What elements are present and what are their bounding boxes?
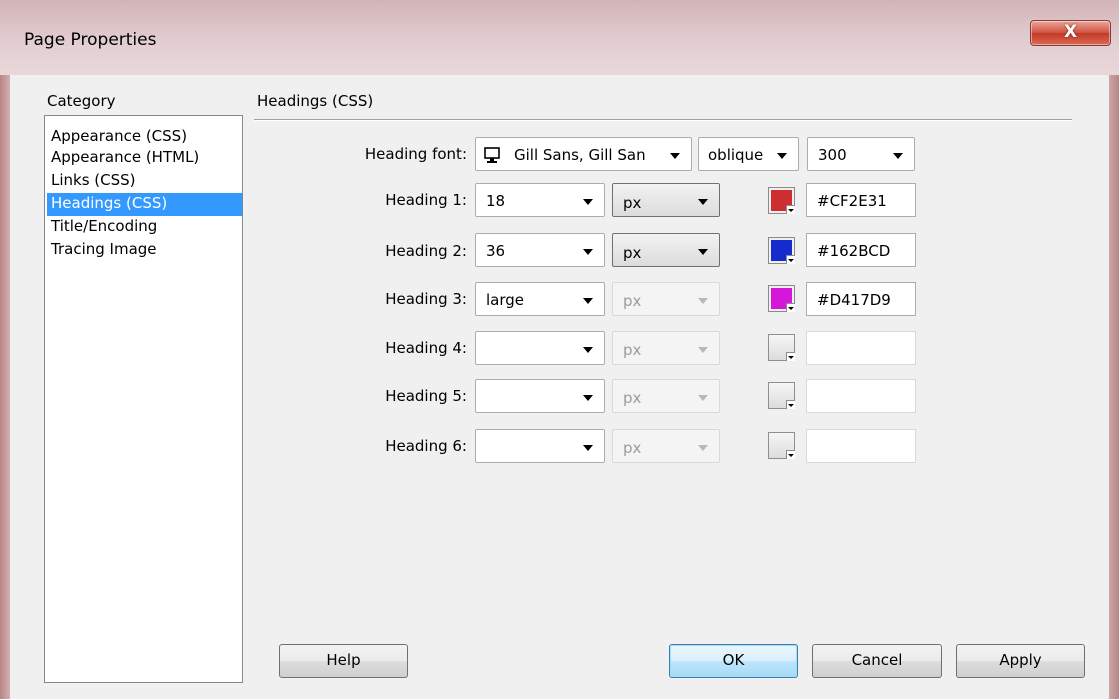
heading-1-unit-select[interactable]: px [612, 183, 720, 217]
heading-style-value: oblique [708, 146, 764, 164]
heading-3-unit-select[interactable]: px [612, 282, 720, 316]
heading-4-size-select[interactable] [475, 331, 605, 365]
chevron-down-icon [698, 298, 708, 304]
heading-6-unit-value: px [623, 439, 642, 457]
chevron-down-icon [786, 352, 795, 361]
heading-6-color-input[interactable] [806, 429, 916, 463]
category-list[interactable]: Appearance (CSS) Appearance (HTML) Links… [44, 115, 243, 683]
chevron-down-icon [698, 347, 708, 353]
heading-1-color-swatch[interactable] [768, 187, 795, 214]
heading-2-size-value: 36 [486, 242, 506, 260]
heading-5-unit-select[interactable]: px [612, 379, 720, 413]
page-properties-dialog: Page Properties X Category Appearance (C… [0, 0, 1119, 699]
chevron-down-icon [583, 445, 593, 451]
heading-font-value: Gill Sans, Gill San [514, 146, 646, 164]
chevron-down-icon [786, 450, 795, 459]
close-button[interactable]: X [1030, 20, 1111, 46]
heading-4-color-swatch[interactable] [768, 334, 795, 361]
chevron-down-icon [893, 153, 903, 159]
chevron-down-icon [698, 395, 708, 401]
chevron-down-icon [786, 400, 795, 409]
category-item-tracing-image[interactable]: Tracing Image [47, 239, 242, 262]
section-divider [254, 119, 1072, 120]
chevron-down-icon [698, 445, 708, 451]
chevron-down-icon [777, 153, 787, 159]
heading-4-unit-select[interactable]: px [612, 331, 720, 365]
chevron-down-icon [698, 199, 708, 205]
heading-2-color-input[interactable]: #162BCD [806, 233, 916, 267]
chevron-down-icon [786, 205, 795, 214]
heading-4-color-input[interactable] [806, 331, 916, 365]
heading-6-color-swatch[interactable] [768, 432, 795, 459]
heading-1-color-input[interactable]: #CF2E31 [806, 183, 916, 217]
heading-5-size-select[interactable] [475, 379, 605, 413]
chevron-down-icon [670, 153, 680, 159]
ok-button[interactable]: OK [669, 644, 798, 678]
heading-5-label: Heading 5: [385, 387, 467, 405]
heading-3-size-select[interactable]: large [475, 282, 605, 316]
chevron-down-icon [583, 199, 593, 205]
chevron-down-icon [583, 298, 593, 304]
heading-1-label: Heading 1: [385, 191, 467, 209]
category-item-appearance-css[interactable]: Appearance (CSS) [47, 126, 242, 149]
chevron-down-icon [786, 303, 795, 312]
heading-2-size-select[interactable]: 36 [475, 233, 605, 267]
heading-font-label: Heading font: [364, 145, 467, 163]
heading-1-color-value: #CF2E31 [817, 192, 887, 210]
heading-3-color-value: #D417D9 [817, 291, 891, 309]
heading-5-color-swatch[interactable] [768, 382, 795, 409]
heading-6-label: Heading 6: [385, 437, 467, 455]
chevron-down-icon [786, 255, 795, 264]
close-icon: X [1063, 22, 1078, 42]
heading-4-label: Heading 4: [385, 339, 467, 357]
category-item-appearance-html[interactable]: Appearance (HTML) [47, 147, 242, 170]
category-label: Category [47, 92, 116, 110]
heading-2-unit-select[interactable]: px [612, 233, 720, 267]
heading-5-unit-value: px [623, 389, 642, 407]
heading-weight-select[interactable]: 300 [807, 137, 915, 171]
heading-3-label: Heading 3: [385, 290, 467, 308]
heading-1-size-select[interactable]: 18 [475, 183, 605, 217]
heading-3-color-input[interactable]: #D417D9 [806, 282, 916, 316]
heading-6-unit-select[interactable]: px [612, 429, 720, 463]
chevron-down-icon [583, 249, 593, 255]
help-button[interactable]: Help [279, 644, 408, 678]
monitor-icon [484, 147, 500, 163]
heading-4-unit-value: px [623, 341, 642, 359]
apply-button[interactable]: Apply [956, 644, 1085, 678]
heading-3-unit-value: px [623, 292, 642, 310]
heading-5-color-input[interactable] [806, 379, 916, 413]
heading-2-color-value: #162BCD [817, 242, 891, 260]
chevron-down-icon [583, 395, 593, 401]
heading-3-color-swatch[interactable] [768, 285, 795, 312]
heading-style-select[interactable]: oblique [698, 137, 799, 171]
cancel-button[interactable]: Cancel [812, 644, 942, 678]
heading-3-size-value: large [486, 291, 525, 309]
section-title: Headings (CSS) [257, 92, 374, 110]
category-item-title-encoding[interactable]: Title/Encoding [47, 216, 242, 239]
heading-6-size-select[interactable] [475, 429, 605, 463]
heading-2-unit-value: px [623, 244, 642, 262]
category-item-links-css[interactable]: Links (CSS) [47, 170, 242, 193]
chevron-down-icon [698, 249, 708, 255]
heading-weight-value: 300 [818, 146, 847, 164]
title-bar: Page Properties X [0, 0, 1119, 75]
chevron-down-icon [583, 347, 593, 353]
heading-1-size-value: 18 [486, 192, 506, 210]
dialog-title: Page Properties [24, 30, 157, 50]
heading-2-label: Heading 2: [385, 242, 467, 260]
heading-2-color-swatch[interactable] [768, 237, 795, 264]
heading-1-unit-value: px [623, 194, 642, 212]
category-item-headings-css[interactable]: Headings (CSS) [47, 193, 242, 216]
heading-font-select[interactable]: Gill Sans, Gill San [475, 137, 692, 171]
